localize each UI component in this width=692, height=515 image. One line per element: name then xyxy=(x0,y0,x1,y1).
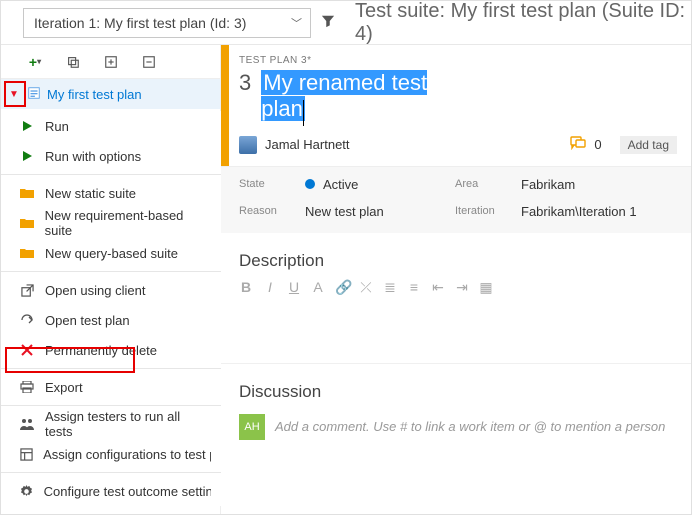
description-input[interactable] xyxy=(221,304,691,364)
folder-icon xyxy=(19,245,35,261)
plan-icon xyxy=(27,86,41,103)
page-title: Test suite: My first test plan (Suite ID… xyxy=(341,0,691,46)
font-color-icon[interactable]: A xyxy=(311,279,325,295)
plan-label: My first test plan xyxy=(47,87,142,102)
menu-assign-testers[interactable]: Assign testers to run all tests xyxy=(1,409,221,439)
indent-icon[interactable]: ⇥ xyxy=(455,279,469,296)
menu-label: Open using client xyxy=(45,283,145,298)
work-item-id: 3 xyxy=(239,70,251,96)
menu-separator xyxy=(1,405,221,406)
avatar xyxy=(239,136,257,154)
rich-text-toolbar: B I U A 🔗 ⤫ ≣ ≡ ⇤ ⇥ ▦ xyxy=(221,277,691,304)
menu-label: Assign configurations to test plan xyxy=(43,447,211,462)
discussion-heading: Discussion xyxy=(221,364,691,408)
add-tag-button[interactable]: Add tag xyxy=(620,136,677,154)
italic-icon[interactable]: I xyxy=(263,279,277,295)
add-icon[interactable]: +▾ xyxy=(27,54,43,70)
menu-label: Permanently delete xyxy=(45,343,157,358)
detail-header: TEST PLAN 3* 3 My renamed test plan Jama… xyxy=(221,45,691,167)
context-menu: Run Run with options New static suite Ne… xyxy=(1,111,221,506)
user-badge: AH xyxy=(239,414,265,440)
state-field[interactable]: Active xyxy=(305,177,455,192)
assigned-to[interactable]: Jamal Hartnett xyxy=(265,137,350,152)
work-item-type-label: TEST PLAN 3* xyxy=(239,55,677,66)
iteration-field[interactable]: Fabrikam\Iteration 1 xyxy=(521,204,677,219)
bullet-list-icon[interactable]: ≣ xyxy=(383,279,397,296)
open-external-icon xyxy=(19,282,35,298)
menu-separator xyxy=(1,472,221,473)
discussion-input[interactable]: Add a comment. Use # to link a work item… xyxy=(275,415,677,438)
filter-icon[interactable] xyxy=(315,14,341,31)
play-icon xyxy=(19,118,35,134)
number-list-icon[interactable]: ≡ xyxy=(407,279,421,295)
menu-separator xyxy=(1,368,221,369)
menu-new-query[interactable]: New query-based suite xyxy=(1,238,221,268)
test-plan-node[interactable]: ▼ My first test plan xyxy=(1,79,220,109)
text-caret xyxy=(303,100,304,126)
reason-field[interactable]: New test plan xyxy=(305,204,455,219)
folder-icon xyxy=(19,185,35,201)
tree-toolbar: +▾ xyxy=(1,45,220,79)
copy-icon[interactable] xyxy=(65,54,81,70)
outdent-icon[interactable]: ⇤ xyxy=(431,279,445,296)
caret-down-icon[interactable]: ▼ xyxy=(7,89,21,100)
bold-icon[interactable]: B xyxy=(239,279,253,295)
menu-label: New query-based suite xyxy=(45,246,178,261)
collapse-icon[interactable] xyxy=(141,54,157,70)
menu-separator xyxy=(1,271,221,272)
menu-label: New requirement-based suite xyxy=(45,208,211,238)
menu-new-static[interactable]: New static suite xyxy=(1,178,221,208)
title-selection: My renamed test plan xyxy=(261,70,427,121)
menu-open-client[interactable]: Open using client xyxy=(1,275,221,305)
area-field[interactable]: Fabrikam xyxy=(521,177,677,192)
print-icon xyxy=(19,379,35,395)
chevron-down-icon: ﹀ xyxy=(291,15,302,31)
reason-label: Reason xyxy=(239,205,305,217)
menu-new-requirement[interactable]: New requirement-based suite xyxy=(1,208,221,238)
menu-run-options[interactable]: Run with options xyxy=(1,141,221,171)
title-input[interactable]: My renamed test plan xyxy=(261,70,476,126)
folder-icon xyxy=(19,215,35,231)
underline-icon[interactable]: U xyxy=(287,279,301,295)
menu-label: Open test plan xyxy=(45,313,130,328)
play-icon xyxy=(19,148,35,164)
expand-icon[interactable] xyxy=(103,54,119,70)
config-icon xyxy=(19,446,33,462)
menu-configure-outcome[interactable]: Configure test outcome settings xyxy=(1,476,221,506)
unlink-icon[interactable]: ⤫ xyxy=(359,279,373,296)
description-heading: Description xyxy=(221,233,691,277)
menu-run[interactable]: Run xyxy=(1,111,221,141)
fields-grid: State Active Area Fabrikam Reason New te… xyxy=(221,167,691,233)
delete-icon xyxy=(19,342,35,358)
menu-assign-config[interactable]: Assign configurations to test plan xyxy=(1,439,221,469)
state-value: Active xyxy=(323,177,358,192)
menu-delete[interactable]: Permanently delete xyxy=(1,335,221,365)
iteration-label: Iteration xyxy=(455,205,521,217)
menu-label: Run xyxy=(45,119,69,134)
menu-label: Export xyxy=(45,380,83,395)
people-icon xyxy=(19,416,35,432)
comment-count: 0 xyxy=(594,137,601,152)
menu-label: Run with options xyxy=(45,149,141,164)
menu-label: Assign testers to run all tests xyxy=(45,409,211,439)
iteration-dropdown[interactable]: Iteration 1: My first test plan (Id: 3) … xyxy=(23,8,311,38)
image-icon[interactable]: ▦ xyxy=(479,279,493,296)
type-color-bar xyxy=(221,45,229,166)
area-label: Area xyxy=(455,178,521,190)
gear-icon xyxy=(19,483,34,499)
state-label: State xyxy=(239,178,305,190)
link-icon[interactable]: 🔗 xyxy=(335,279,349,296)
iteration-label: Iteration 1: My first test plan (Id: 3) xyxy=(34,15,246,31)
state-dot-icon xyxy=(305,179,315,189)
open-icon xyxy=(19,312,35,328)
menu-export[interactable]: Export xyxy=(1,372,221,402)
menu-open-plan[interactable]: Open test plan xyxy=(1,305,221,335)
menu-label: Configure test outcome settings xyxy=(44,484,211,499)
menu-label: New static suite xyxy=(45,186,136,201)
menu-separator xyxy=(1,174,221,175)
discussion-icon[interactable] xyxy=(570,136,586,153)
